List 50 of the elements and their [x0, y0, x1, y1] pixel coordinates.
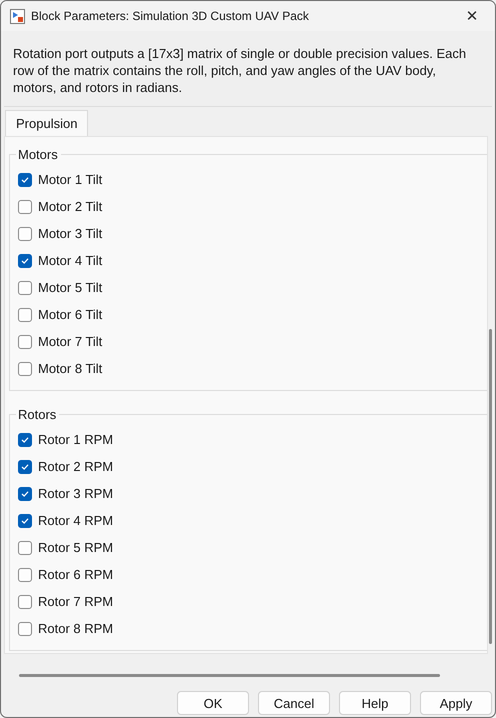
- check-icon: [21, 490, 29, 498]
- checkbox[interactable]: [18, 362, 32, 376]
- checkbox-label: Motor 4 Tilt: [38, 253, 102, 268]
- checkbox-label: Rotor 6 RPM: [38, 567, 114, 582]
- checkbox-label: Rotor 7 RPM: [38, 594, 114, 609]
- check-icon: [21, 176, 29, 184]
- checkbox[interactable]: [18, 622, 32, 636]
- check-icon: [21, 516, 29, 524]
- checkbox[interactable]: [18, 280, 32, 294]
- dialog-button[interactable]: Apply: [420, 691, 492, 715]
- checkbox[interactable]: [18, 540, 32, 554]
- checkbox-label: Rotor 1 RPM: [38, 432, 114, 447]
- check-icon: [21, 436, 29, 444]
- checkbox[interactable]: [18, 200, 32, 214]
- checkbox[interactable]: [18, 334, 32, 348]
- tab[interactable]: Propulsion: [5, 110, 88, 136]
- checkbox[interactable]: [18, 432, 32, 446]
- checkbox-label: Motor 2 Tilt: [38, 199, 102, 214]
- check-icon: [21, 462, 29, 470]
- check-icon: [21, 256, 29, 264]
- dialog-button[interactable]: Help: [339, 691, 411, 715]
- checkbox[interactable]: [18, 514, 32, 528]
- close-button[interactable]: ✕: [449, 1, 495, 31]
- checkbox[interactable]: [18, 254, 32, 268]
- scrollbar[interactable]: [489, 329, 492, 644]
- checkbox[interactable]: [18, 486, 32, 500]
- checkbox-label: Motor 8 Tilt: [38, 361, 102, 376]
- checkbox-label: Rotor 3 RPM: [38, 486, 114, 501]
- group-title: Motors: [17, 147, 59, 162]
- block-icon: [10, 8, 25, 24]
- checkbox-label: Motor 6 Tilt: [38, 307, 102, 322]
- checkbox-label: Rotor 8 RPM: [38, 621, 114, 636]
- group-title: Rotors: [17, 407, 58, 422]
- checkbox-label: Rotor 5 RPM: [38, 540, 114, 555]
- checkbox-label: Motor 5 Tilt: [38, 280, 102, 295]
- checkbox[interactable]: [18, 460, 32, 474]
- checkbox-label: Rotor 4 RPM: [38, 513, 114, 528]
- checkbox[interactable]: [18, 594, 32, 608]
- checkbox[interactable]: [18, 568, 32, 582]
- scrollbar[interactable]: [19, 674, 440, 677]
- window-title: Block Parameters: Simulation 3D Custom UAV Pack: [31, 9, 310, 23]
- dialog-button[interactable]: OK: [177, 691, 249, 715]
- checkbox-label: Motor 7 Tilt: [38, 334, 102, 349]
- checkbox-label: Rotor 2 RPM: [38, 459, 114, 474]
- checkbox[interactable]: [18, 226, 32, 240]
- checkbox-label: Motor 3 Tilt: [38, 226, 102, 241]
- checkbox[interactable]: [18, 172, 32, 186]
- checkbox-label: Motor 1 Tilt: [38, 172, 102, 187]
- dialog-button[interactable]: Cancel: [258, 691, 330, 715]
- checkbox[interactable]: [18, 308, 32, 322]
